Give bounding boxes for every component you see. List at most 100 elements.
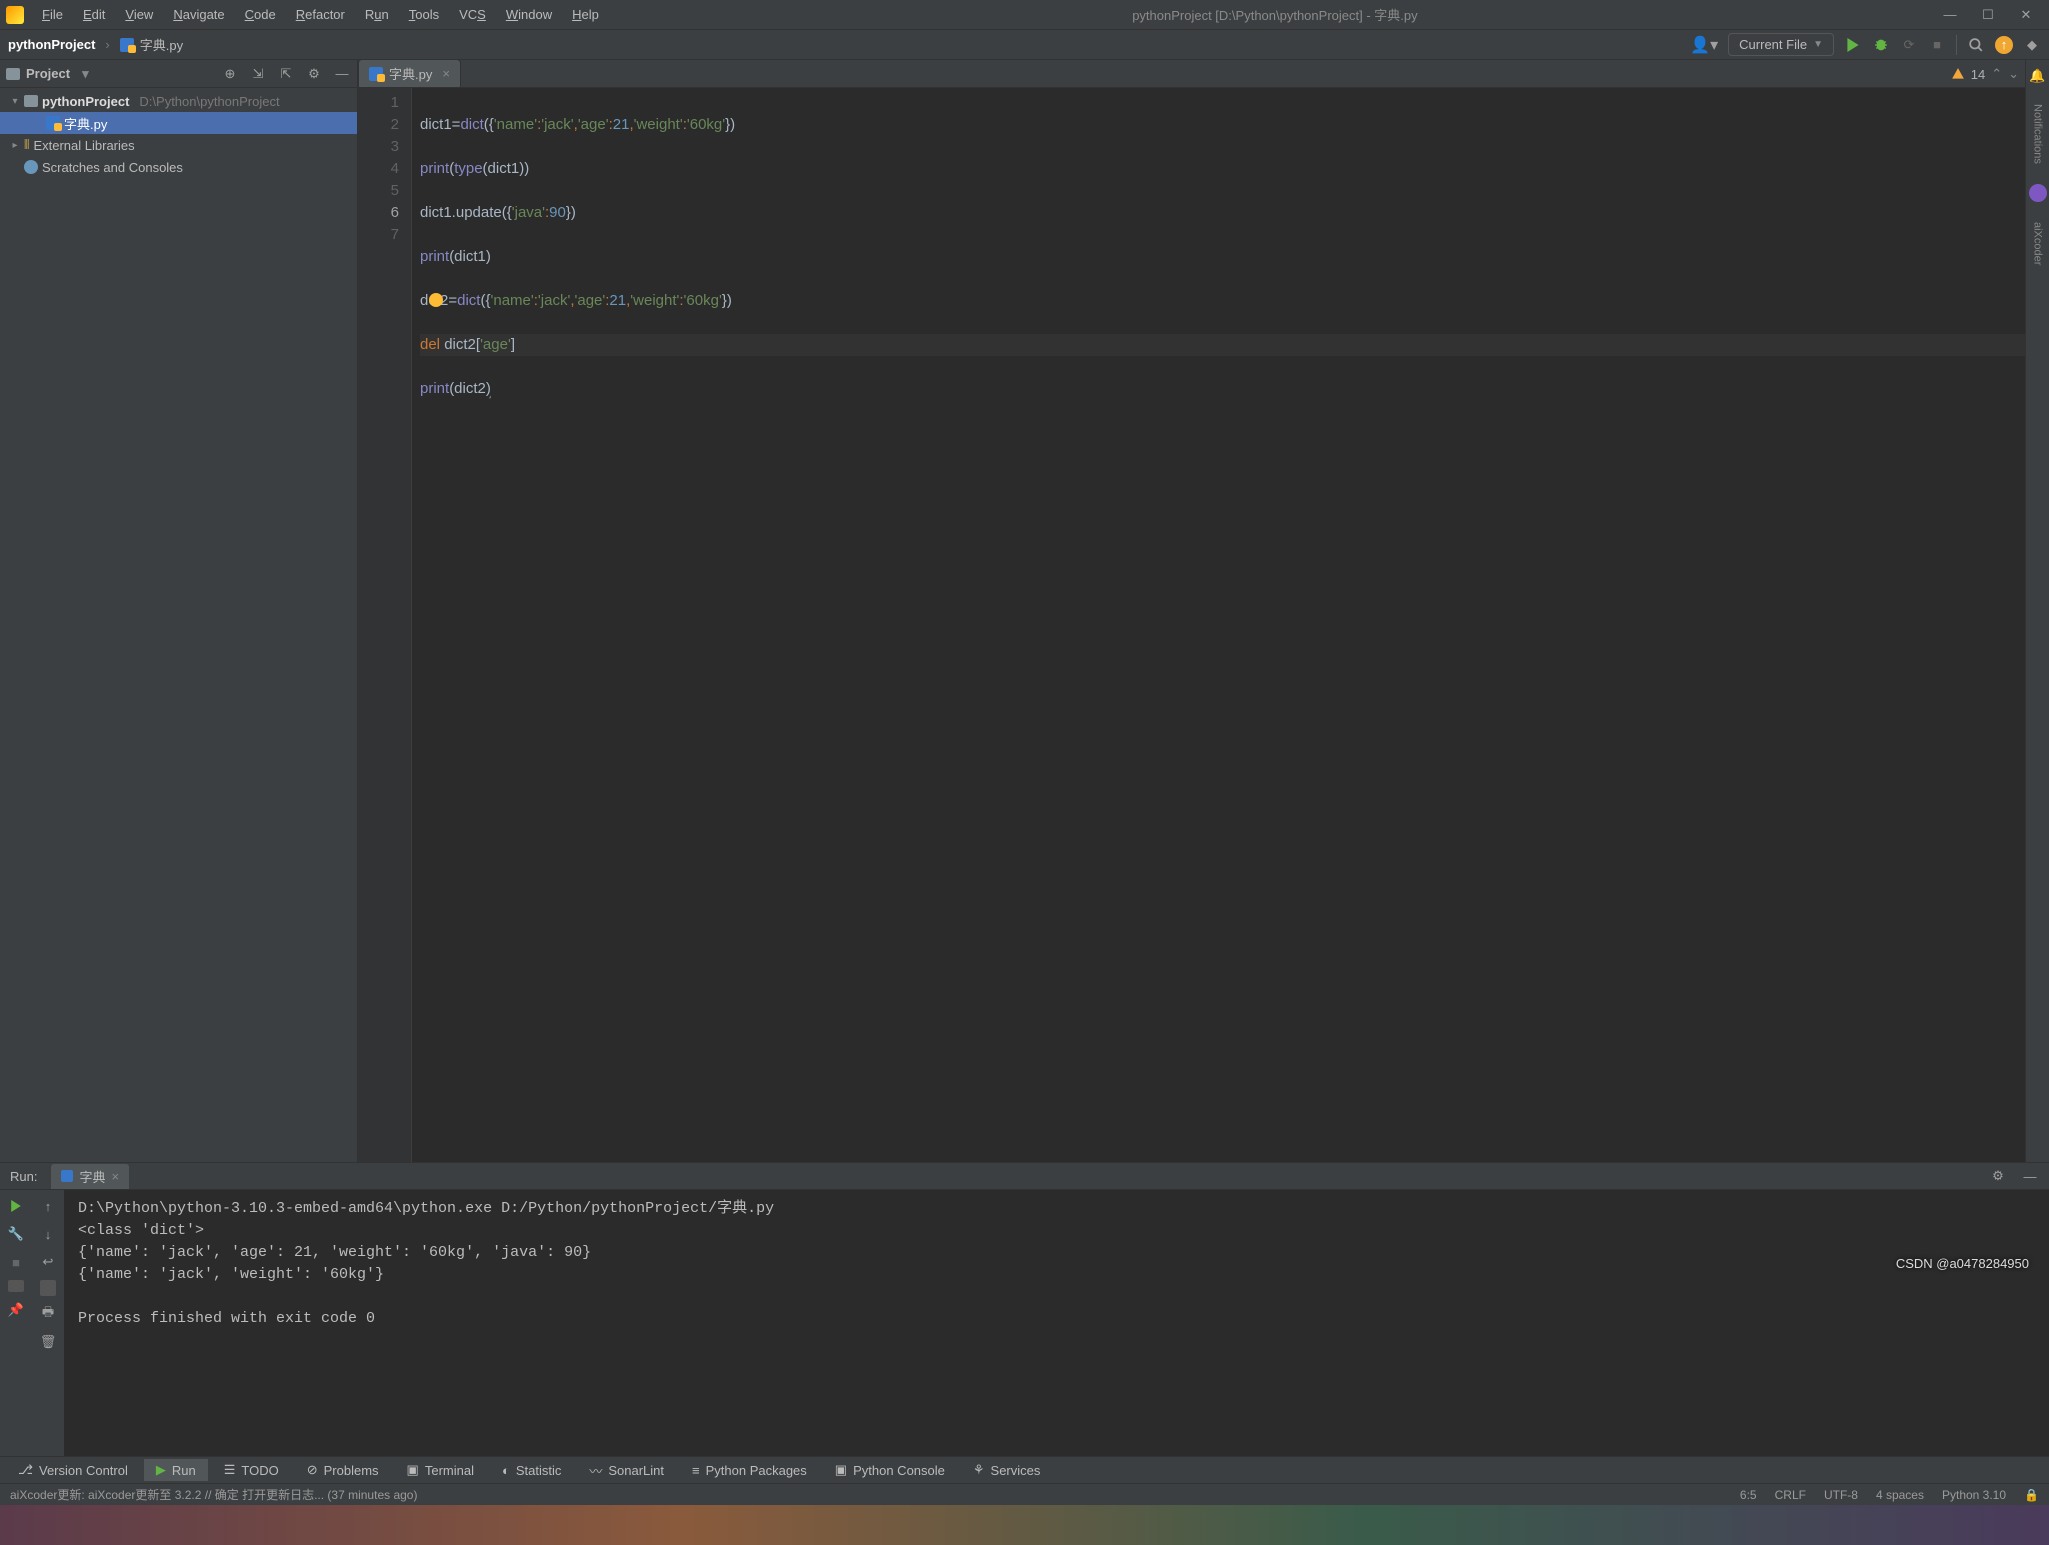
editor: 字典.py × ⋮ 14 ⌃ ⌄ 1 2 3 4 5 6 7 dict1=dic… xyxy=(358,60,2049,1162)
tw-problems[interactable]: ⊘Problems xyxy=(295,1459,391,1481)
clear-icon[interactable]: 🗑 xyxy=(38,1332,58,1352)
tw-todo[interactable]: ☰TODO xyxy=(212,1459,291,1481)
gutter[interactable]: 1 2 3 4 5 6 7 xyxy=(358,88,412,1162)
line-number[interactable]: 1 xyxy=(358,92,399,114)
soft-wrap-icon[interactable]: ↩ xyxy=(38,1252,58,1272)
expand-toggle-icon[interactable]: ▸ xyxy=(10,140,20,151)
menu-run[interactable]: Run xyxy=(357,3,397,26)
breadcrumb[interactable]: pythonProject › 字典.py xyxy=(8,35,183,54)
tree-scratches[interactable]: Scratches and Consoles xyxy=(0,156,357,178)
tree-external-libraries[interactable]: ▸ ⫴ External Libraries xyxy=(0,134,357,156)
inspection-indicator[interactable]: 14 ⌃ ⌄ xyxy=(1951,66,2019,82)
settings-gear-icon[interactable]: ⚙ xyxy=(305,65,323,83)
search-everywhere-icon[interactable] xyxy=(1967,36,1985,54)
tw-services[interactable]: ⚘Services xyxy=(961,1459,1053,1481)
debug-button[interactable] xyxy=(1872,36,1890,54)
indent-info[interactable]: 4 spaces xyxy=(1876,1488,1924,1502)
nav-up-icon[interactable]: ⌃ xyxy=(1991,66,2002,82)
menu-refactor[interactable]: Refactor xyxy=(288,3,353,26)
expand-toggle-icon[interactable]: ▾ xyxy=(10,96,20,107)
chevron-right-icon: › xyxy=(105,37,109,52)
tw-python-packages[interactable]: ≡Python Packages xyxy=(680,1460,819,1481)
modify-run-config-icon[interactable]: 🔧 xyxy=(6,1224,26,1244)
intention-bulb-icon[interactable] xyxy=(429,293,443,307)
menu-edit[interactable]: Edit xyxy=(75,3,113,26)
breadcrumb-project[interactable]: pythonProject xyxy=(8,37,95,52)
nav-down-icon[interactable]: ⌄ xyxy=(2008,66,2019,82)
lock-icon[interactable]: 🔒 xyxy=(2024,1488,2039,1502)
aixcoder-label[interactable]: aiXcoder xyxy=(2032,222,2044,265)
close-button[interactable]: ✕ xyxy=(2019,8,2033,22)
editor-tab[interactable]: 字典.py × xyxy=(358,59,461,87)
project-tree[interactable]: ▾ pythonProject D:\Python\pythonProject … xyxy=(0,88,357,1162)
folder-icon xyxy=(24,95,38,107)
menu-navigate[interactable]: Navigate xyxy=(165,3,232,26)
status-message[interactable]: aiXcoder更新: aiXcoder更新至 3.2.2 // 确定 打开更新… xyxy=(10,1486,417,1503)
close-run-tab-icon[interactable]: × xyxy=(111,1169,119,1184)
line-number[interactable]: 2 xyxy=(358,114,399,136)
line-number[interactable]: 7 xyxy=(358,224,399,246)
tw-version-control[interactable]: ⎇Version Control xyxy=(6,1459,140,1481)
run-output[interactable]: D:\Python\python-3.10.3-embed-amd64\pyth… xyxy=(64,1190,2049,1456)
maximize-button[interactable]: ☐ xyxy=(1981,8,1995,22)
notifications-label[interactable]: Notifications xyxy=(2032,104,2044,164)
hide-run-icon[interactable]: — xyxy=(2021,1167,2039,1185)
minimize-button[interactable]: — xyxy=(1943,8,1957,22)
run-coverage-button[interactable]: ⟳ xyxy=(1900,36,1918,54)
run-settings-gear-icon[interactable]: ⚙ xyxy=(1989,1167,2007,1185)
run-config-selector[interactable]: Current File ▼ xyxy=(1728,33,1834,56)
breadcrumb-file[interactable]: 字典.py xyxy=(140,35,183,54)
close-tab-icon[interactable]: × xyxy=(442,66,450,81)
hide-icon[interactable]: — xyxy=(333,65,351,83)
collapse-all-icon[interactable]: ⇱ xyxy=(277,65,295,83)
menu-tools[interactable]: Tools xyxy=(401,3,447,26)
rerun-button[interactable] xyxy=(6,1196,26,1216)
pin-icon[interactable]: 📌 xyxy=(6,1300,26,1320)
down-stack-icon[interactable]: ↓ xyxy=(38,1224,58,1244)
run-button[interactable] xyxy=(1844,36,1862,54)
menu-help[interactable]: Help xyxy=(564,3,607,26)
tw-terminal[interactable]: ▣Terminal xyxy=(395,1459,486,1481)
tree-root[interactable]: ▾ pythonProject D:\Python\pythonProject xyxy=(0,90,357,112)
tw-sonarlint[interactable]: 〰SonarLint xyxy=(577,1458,676,1483)
tw-statistic[interactable]: ◐Statistic xyxy=(490,1460,573,1481)
scroll-to-end-icon[interactable] xyxy=(40,1280,56,1296)
toolbar-right: 👤▾ Current File ▼ ⟳ ■ ↑ ◆ xyxy=(1690,33,2041,56)
line-number[interactable]: 6 xyxy=(358,202,399,224)
menu-vcs[interactable]: VCS xyxy=(451,3,494,26)
file-encoding[interactable]: UTF-8 xyxy=(1824,1488,1858,1502)
expand-all-icon[interactable]: ⇲ xyxy=(249,65,267,83)
menu-code[interactable]: Code xyxy=(237,3,284,26)
menu-view[interactable]: View xyxy=(117,3,161,26)
code-content[interactable]: dict1=dict({'name':'jack','age':21,'weig… xyxy=(412,88,2049,1162)
run-tab[interactable]: 字典 × xyxy=(51,1164,129,1189)
stop-button[interactable]: ■ xyxy=(1928,36,1946,54)
tw-python-console[interactable]: ▣Python Console xyxy=(823,1459,957,1481)
problems-icon: ⊘ xyxy=(307,1462,318,1478)
aixcoder-icon[interactable] xyxy=(2029,184,2047,202)
watermark: CSDN @a0478284950 xyxy=(1896,1256,2029,1271)
menu-file[interactable]: File xyxy=(34,3,71,26)
ide-features-icon[interactable]: ◆ xyxy=(2023,36,2041,54)
print-icon[interactable]: 🖶 xyxy=(38,1304,58,1324)
code-area[interactable]: 1 2 3 4 5 6 7 dict1=dict({'name':'jack',… xyxy=(358,88,2049,1162)
menu-window[interactable]: Window xyxy=(498,3,560,26)
line-number[interactable]: 4 xyxy=(358,158,399,180)
title-bar: File Edit View Navigate Code Refactor Ru… xyxy=(0,0,2049,30)
project-view-label[interactable]: Project xyxy=(6,66,89,82)
line-number[interactable]: 3 xyxy=(358,136,399,158)
line-separator[interactable]: CRLF xyxy=(1775,1488,1806,1502)
stop-run-button[interactable]: ■ xyxy=(6,1252,26,1272)
user-icon[interactable]: 👤▾ xyxy=(1690,35,1718,55)
notifications-icon[interactable]: 🔔 xyxy=(2029,68,2045,84)
locate-icon[interactable]: ⊕ xyxy=(221,65,239,83)
up-stack-icon[interactable]: ↑ xyxy=(38,1196,58,1216)
line-number[interactable]: 5 xyxy=(358,180,399,202)
caret-position[interactable]: 6:5 xyxy=(1740,1488,1757,1502)
run-actions-secondary: ↑ ↓ ↩ 🖶 🗑 xyxy=(32,1190,64,1456)
layout-icon[interactable] xyxy=(8,1280,24,1292)
tw-run[interactable]: ▶Run xyxy=(144,1459,208,1481)
tree-file-selected[interactable]: 字典.py xyxy=(0,112,357,134)
update-icon[interactable]: ↑ xyxy=(1995,36,2013,54)
python-interpreter[interactable]: Python 3.10 xyxy=(1942,1488,2006,1502)
